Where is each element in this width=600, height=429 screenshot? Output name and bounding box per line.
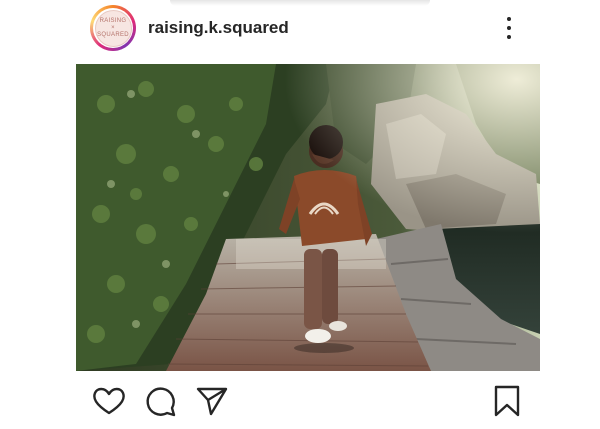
username-link[interactable]: raising.k.squared bbox=[148, 18, 289, 38]
post-photo-image bbox=[76, 64, 540, 371]
comment-icon[interactable] bbox=[145, 386, 177, 418]
avatar-logo-line-1: RAISING bbox=[99, 17, 127, 24]
avatar[interactable]: RAISING × SQUARED bbox=[90, 5, 136, 51]
post-photo[interactable] bbox=[76, 64, 540, 371]
avatar-logo-line-2: × bbox=[111, 24, 115, 31]
send-icon[interactable] bbox=[196, 386, 228, 416]
avatar-logo: RAISING × SQUARED bbox=[94, 9, 132, 47]
post-actions bbox=[0, 380, 600, 424]
more-vertical-icon[interactable] bbox=[500, 14, 518, 42]
post-header: RAISING × SQUARED raising.k.squared bbox=[0, 0, 600, 56]
bookmark-icon[interactable] bbox=[493, 385, 521, 417]
avatar-logo-line-3: SQUARED bbox=[97, 31, 129, 38]
heart-icon[interactable] bbox=[92, 386, 126, 416]
